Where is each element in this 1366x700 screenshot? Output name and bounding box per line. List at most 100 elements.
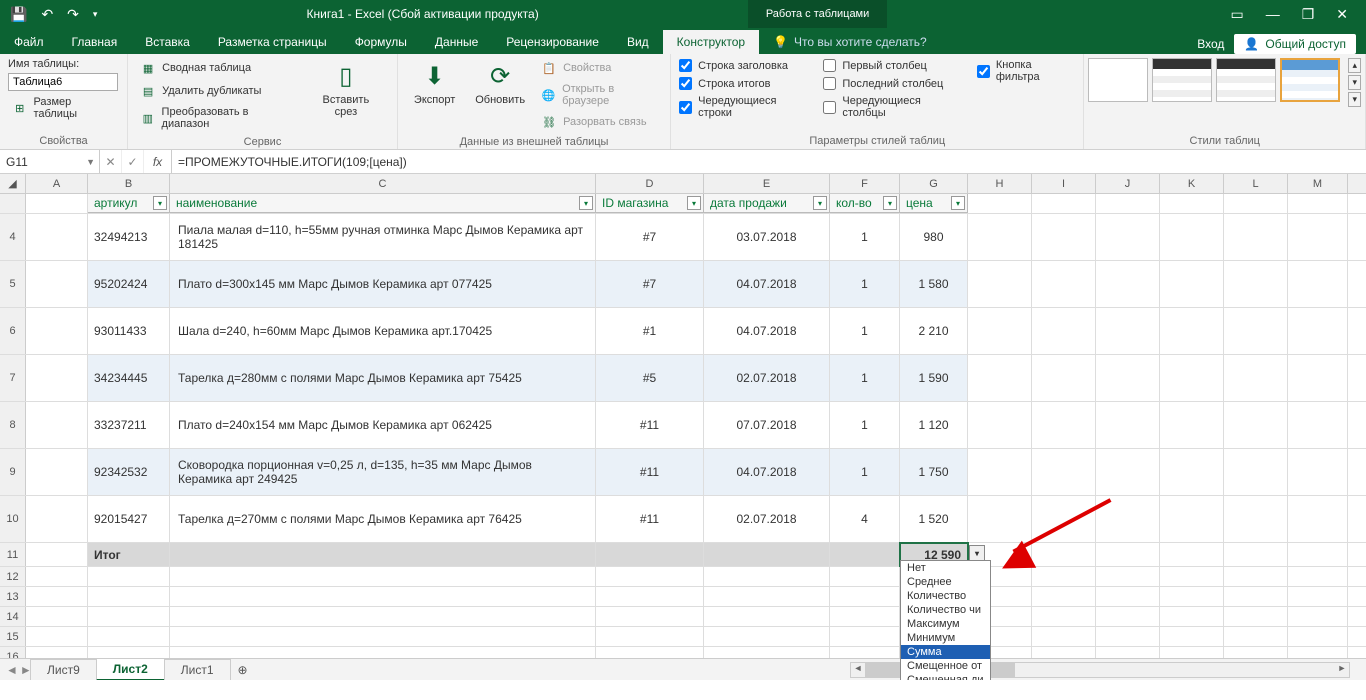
cell-id[interactable]: #11 bbox=[596, 496, 704, 542]
total-row-chk[interactable]: Строка итогов bbox=[679, 76, 809, 91]
cell-qty[interactable]: 1 bbox=[830, 214, 900, 260]
minimize-icon[interactable]: ― bbox=[1266, 6, 1280, 23]
dropdown-item[interactable]: Минимум bbox=[901, 631, 990, 645]
cell-price[interactable]: 1 120 bbox=[900, 402, 968, 448]
cell-artikul[interactable]: 95202424 bbox=[88, 261, 170, 307]
cell-date[interactable]: 04.07.2018 bbox=[704, 261, 830, 307]
cell-artikul[interactable]: 33237211 bbox=[88, 402, 170, 448]
enter-formula-icon[interactable]: ✓ bbox=[122, 150, 144, 173]
col-I[interactable]: I bbox=[1032, 174, 1096, 193]
col-A[interactable]: A bbox=[26, 174, 88, 193]
restore-icon[interactable]: ❐ bbox=[1302, 6, 1315, 23]
tab-data[interactable]: Данные bbox=[421, 30, 492, 54]
header-row-chk[interactable]: Строка заголовка bbox=[679, 58, 809, 73]
cell-name[interactable]: Шала d=240, h=60мм Марс Дымов Керамика а… bbox=[170, 308, 596, 354]
col-C[interactable]: C bbox=[170, 174, 596, 193]
tab-formulas[interactable]: Формулы bbox=[341, 30, 421, 54]
row-num[interactable]: 15 bbox=[0, 627, 26, 646]
col-L[interactable]: L bbox=[1224, 174, 1288, 193]
cell-id[interactable]: #7 bbox=[596, 214, 704, 260]
sheet-next-icon[interactable]: ► bbox=[20, 663, 32, 677]
tab-designer[interactable]: Конструктор bbox=[663, 30, 759, 54]
row-num[interactable]: 13 bbox=[0, 587, 26, 606]
th-artikul[interactable]: артикул▾ bbox=[88, 194, 170, 213]
cell-qty[interactable]: 1 bbox=[830, 308, 900, 354]
sheet-tab-2[interactable]: Лист2 bbox=[96, 658, 165, 680]
filter-icon[interactable]: ▾ bbox=[883, 196, 897, 210]
row-num[interactable]: 6 bbox=[0, 308, 26, 354]
row-num[interactable] bbox=[0, 194, 26, 213]
add-sheet-button[interactable]: ⊕ bbox=[230, 660, 256, 680]
col-M[interactable]: M bbox=[1288, 174, 1348, 193]
dropdown-item[interactable]: Количество чи bbox=[901, 603, 990, 617]
close-icon[interactable]: ✕ bbox=[1336, 6, 1348, 23]
dropdown-item[interactable]: Смещенное от bbox=[901, 659, 990, 673]
cell-date[interactable]: 04.07.2018 bbox=[704, 449, 830, 495]
sheet-tab-3[interactable]: Лист1 bbox=[164, 659, 231, 680]
th-qty[interactable]: кол-во▾ bbox=[830, 194, 900, 213]
styles-up-icon[interactable]: ▴ bbox=[1348, 58, 1361, 73]
export-button[interactable]: ⬇Экспорт bbox=[406, 58, 463, 108]
row-num[interactable]: 8 bbox=[0, 402, 26, 448]
tell-me[interactable]: 💡 Что вы хотите сделать? bbox=[759, 30, 941, 54]
banded-rows-chk[interactable]: Чередующиеся строки bbox=[679, 94, 809, 120]
resize-table-button[interactable]: ⊞ Размер таблицы bbox=[8, 94, 119, 122]
col-B[interactable]: B bbox=[88, 174, 170, 193]
cell-artikul[interactable]: 34234445 bbox=[88, 355, 170, 401]
name-box[interactable]: G11 ▼ bbox=[0, 150, 100, 173]
filter-icon[interactable]: ▾ bbox=[579, 196, 593, 210]
row-num[interactable]: 10 bbox=[0, 496, 26, 542]
tab-view[interactable]: Вид bbox=[613, 30, 663, 54]
row-num[interactable]: 11 bbox=[0, 543, 26, 566]
fx-icon[interactable]: fx bbox=[144, 150, 172, 173]
table-style-4[interactable] bbox=[1280, 58, 1340, 102]
row-num[interactable]: 5 bbox=[0, 261, 26, 307]
cell-price[interactable]: 1 520 bbox=[900, 496, 968, 542]
login-link[interactable]: Вход bbox=[1197, 37, 1224, 51]
cell-date[interactable]: 02.07.2018 bbox=[704, 496, 830, 542]
col-F[interactable]: F bbox=[830, 174, 900, 193]
torange-button[interactable]: ▥Преобразовать в диапазон bbox=[136, 104, 299, 132]
filter-icon[interactable]: ▾ bbox=[813, 196, 827, 210]
cell-date[interactable]: 07.07.2018 bbox=[704, 402, 830, 448]
dropdown-item[interactable]: Смещенная ди bbox=[901, 673, 990, 680]
col-J[interactable]: J bbox=[1096, 174, 1160, 193]
col-G[interactable]: G bbox=[900, 174, 968, 193]
cell-date[interactable]: 04.07.2018 bbox=[704, 308, 830, 354]
dropdown-item[interactable]: Количество bbox=[901, 589, 990, 603]
cell-price[interactable]: 2 210 bbox=[900, 308, 968, 354]
banded-cols-chk[interactable]: Чередующиеся столбцы bbox=[823, 94, 962, 120]
tab-home[interactable]: Главная bbox=[58, 30, 132, 54]
th-id[interactable]: ID магазина▾ bbox=[596, 194, 704, 213]
filter-icon[interactable]: ▾ bbox=[687, 196, 701, 210]
tab-layout[interactable]: Разметка страницы bbox=[204, 30, 341, 54]
redo-icon[interactable]: ↷ bbox=[67, 6, 79, 23]
th-price[interactable]: цена▾ bbox=[900, 194, 968, 213]
col-E[interactable]: E bbox=[704, 174, 830, 193]
cell-price[interactable]: 980 bbox=[900, 214, 968, 260]
formula-input[interactable]: =ПРОМЕЖУТОЧНЫЕ.ИТОГИ(109;[цена]) bbox=[172, 150, 1366, 173]
cell-qty[interactable]: 1 bbox=[830, 261, 900, 307]
styles-more-icon[interactable]: ▾ bbox=[1348, 92, 1361, 107]
table-style-3[interactable] bbox=[1216, 58, 1276, 102]
col-H[interactable]: H bbox=[968, 174, 1032, 193]
cell-price[interactable]: 1 590 bbox=[900, 355, 968, 401]
cell-name[interactable]: Тарелка д=270мм с полями Марс Дымов Кера… bbox=[170, 496, 596, 542]
dropdown-item[interactable]: Нет bbox=[901, 561, 990, 575]
cell-name[interactable]: Пиала малая d=110, h=55мм ручная отминка… bbox=[170, 214, 596, 260]
undo-icon[interactable]: ↶ bbox=[41, 6, 53, 23]
cell-date[interactable]: 02.07.2018 bbox=[704, 355, 830, 401]
col-D[interactable]: D bbox=[596, 174, 704, 193]
dropdown-item[interactable]: Максимум bbox=[901, 617, 990, 631]
refresh-button[interactable]: ⟳Обновить bbox=[467, 58, 533, 108]
pivot-button[interactable]: ▦Сводная таблица bbox=[136, 58, 299, 78]
total-label[interactable]: Итог bbox=[88, 543, 170, 566]
cell-price[interactable]: 1 750 bbox=[900, 449, 968, 495]
table-style-2[interactable] bbox=[1152, 58, 1212, 102]
last-col-chk[interactable]: Последний столбец bbox=[823, 76, 962, 91]
cell-artikul[interactable]: 92015427 bbox=[88, 496, 170, 542]
total-function-dropdown[interactable]: НетСреднееКоличествоКоличество чиМаксиму… bbox=[900, 560, 991, 680]
col-K[interactable]: K bbox=[1160, 174, 1224, 193]
cell-price[interactable]: 1 580 bbox=[900, 261, 968, 307]
th-date[interactable]: дата продажи▾ bbox=[704, 194, 830, 213]
